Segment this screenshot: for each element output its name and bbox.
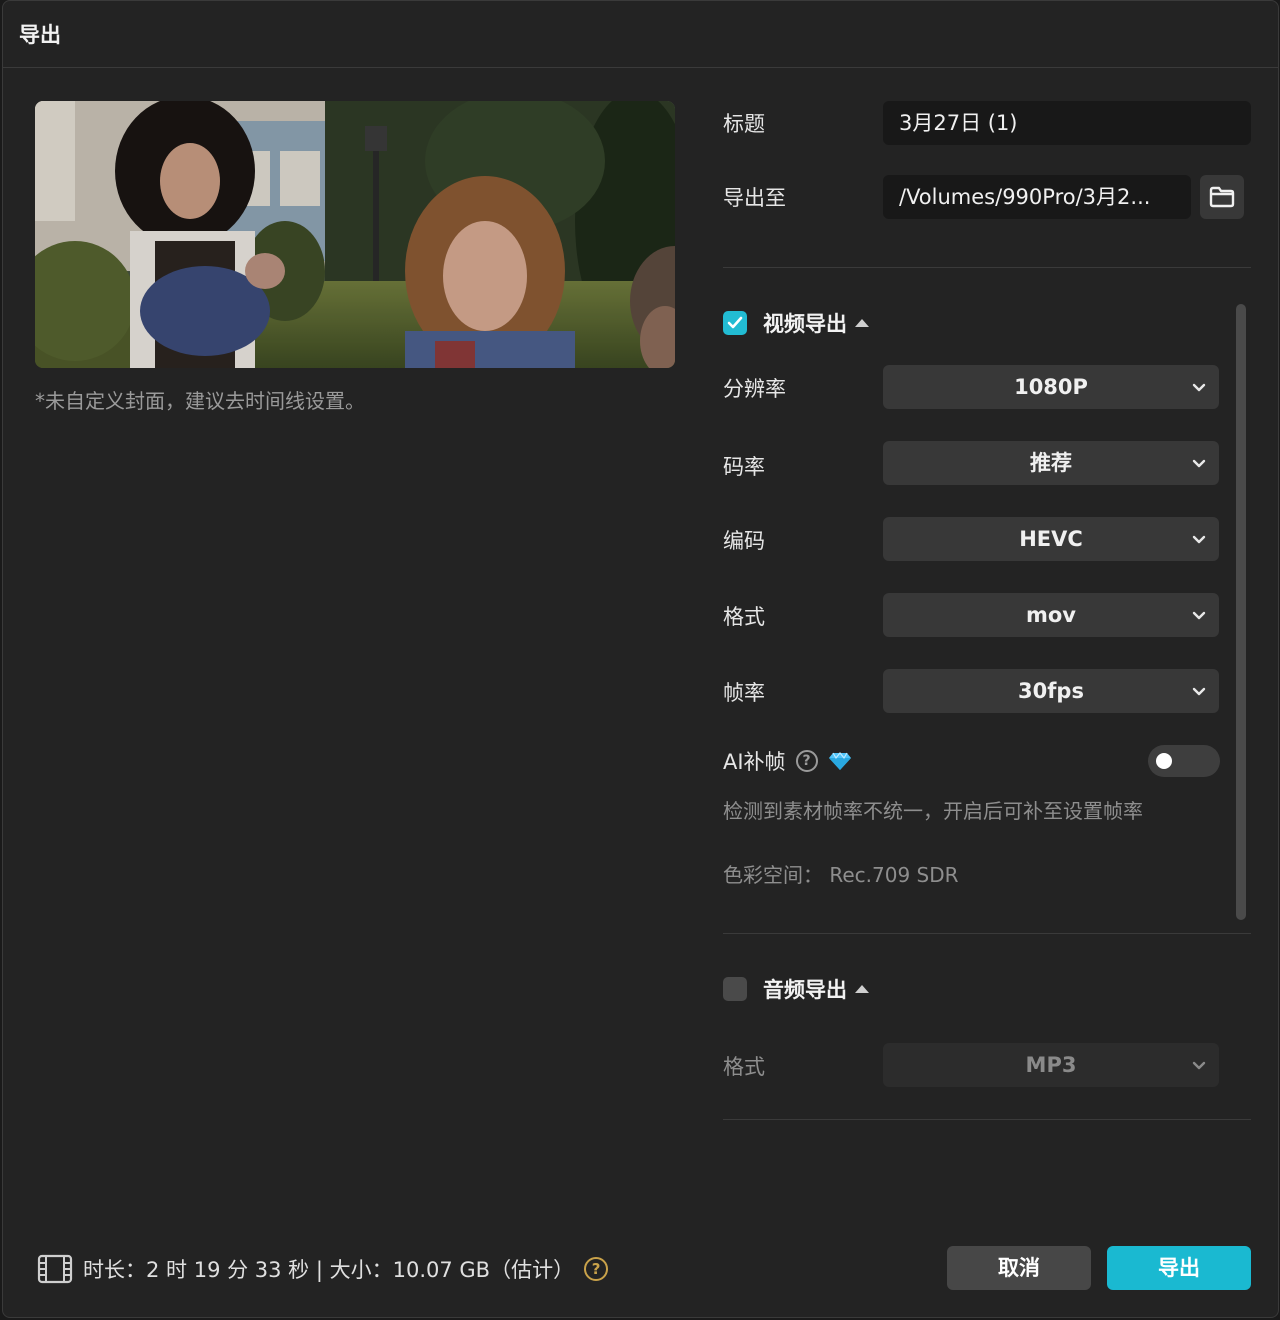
dialog-titlebar: 导出	[3, 1, 1278, 68]
bitrate-value: 推荐	[1030, 451, 1072, 475]
video-export-checkbox[interactable]	[723, 311, 747, 335]
framerate-select[interactable]: 30fps	[883, 669, 1219, 713]
codec-label: 编码	[723, 529, 765, 553]
ai-frame-toggle[interactable]	[1148, 745, 1220, 777]
export-path-input[interactable]: /Volumes/990Pro/3月2...	[883, 175, 1191, 219]
resolution-select[interactable]: 1080P	[883, 365, 1219, 409]
chevron-down-icon	[1192, 611, 1206, 620]
framerate-label: 帧率	[723, 681, 765, 705]
audio-format-label: 格式	[723, 1055, 765, 1079]
help-icon[interactable]: ?	[584, 1257, 609, 1281]
codec-value: HEVC	[1019, 527, 1083, 551]
title-label: 标题	[723, 112, 765, 136]
title-input[interactable]: 3月27日 (1)	[883, 101, 1251, 145]
export-button[interactable]: 导出	[1107, 1246, 1251, 1290]
framerate-value: 30fps	[1018, 679, 1084, 703]
chevron-down-icon	[1192, 687, 1206, 696]
ai-frame-label: AI补帧	[723, 750, 786, 774]
preview-image	[35, 101, 675, 368]
export-dialog: 导出 *未自定义封面，建议去时间线设置。 标题 3月27日 (1) 导出至 /V…	[2, 0, 1279, 1318]
chevron-down-icon	[1192, 459, 1206, 468]
ai-frame-row: AI补帧 ?	[723, 747, 852, 775]
resolution-value: 1080P	[1014, 375, 1088, 399]
ai-frame-hint: 检测到素材帧率不统一，开启后可补至设置帧率	[723, 799, 1143, 823]
help-icon[interactable]: ?	[795, 750, 818, 772]
audio-section-title: 音频导出	[763, 978, 847, 1002]
format-label: 格式	[723, 605, 765, 629]
bitrate-select[interactable]: 推荐	[883, 441, 1219, 485]
film-icon	[37, 1254, 73, 1284]
export-summary: 时长：2 时 19 分 33 秒 | 大小：10.07 GB（估计） ?	[37, 1251, 609, 1287]
resolution-label: 分辨率	[723, 377, 786, 401]
premium-gem-icon	[828, 752, 851, 770]
chevron-down-icon	[1192, 383, 1206, 392]
divider	[723, 933, 1251, 934]
export-to-label: 导出至	[723, 186, 786, 210]
video-section-header[interactable]: 视频导出	[723, 310, 869, 336]
divider	[723, 1119, 1251, 1120]
dialog-title: 导出	[19, 23, 61, 47]
collapse-caret-icon[interactable]	[855, 319, 869, 327]
settings-scrollbar[interactable]	[1236, 304, 1246, 920]
cover-preview[interactable]	[35, 101, 675, 368]
chevron-down-icon	[1192, 1061, 1206, 1070]
format-select[interactable]: mov	[883, 593, 1219, 637]
cover-hint: *未自定义封面，建议去时间线设置。	[35, 389, 365, 413]
checkmark-icon	[727, 316, 743, 329]
duration-size-text: 时长：2 时 19 分 33 秒 | 大小：10.07 GB（估计）	[83, 1258, 575, 1282]
video-section-title: 视频导出	[763, 312, 847, 336]
toggle-knob	[1156, 753, 1172, 769]
audio-format-value: MP3	[1025, 1053, 1077, 1077]
folder-icon	[1209, 186, 1235, 208]
chevron-down-icon	[1192, 535, 1206, 544]
color-space-info: 色彩空间： Rec.709 SDR	[723, 863, 959, 887]
codec-select[interactable]: HEVC	[883, 517, 1219, 561]
bitrate-label: 码率	[723, 455, 765, 479]
browse-folder-button[interactable]	[1200, 175, 1244, 219]
collapse-caret-icon[interactable]	[855, 985, 869, 993]
audio-section-header[interactable]: 音频导出	[723, 976, 869, 1002]
audio-export-checkbox[interactable]	[723, 977, 747, 1001]
divider	[723, 267, 1251, 268]
cancel-button[interactable]: 取消	[947, 1246, 1091, 1290]
audio-format-select[interactable]: MP3	[883, 1043, 1219, 1087]
format-value: mov	[1026, 603, 1076, 627]
